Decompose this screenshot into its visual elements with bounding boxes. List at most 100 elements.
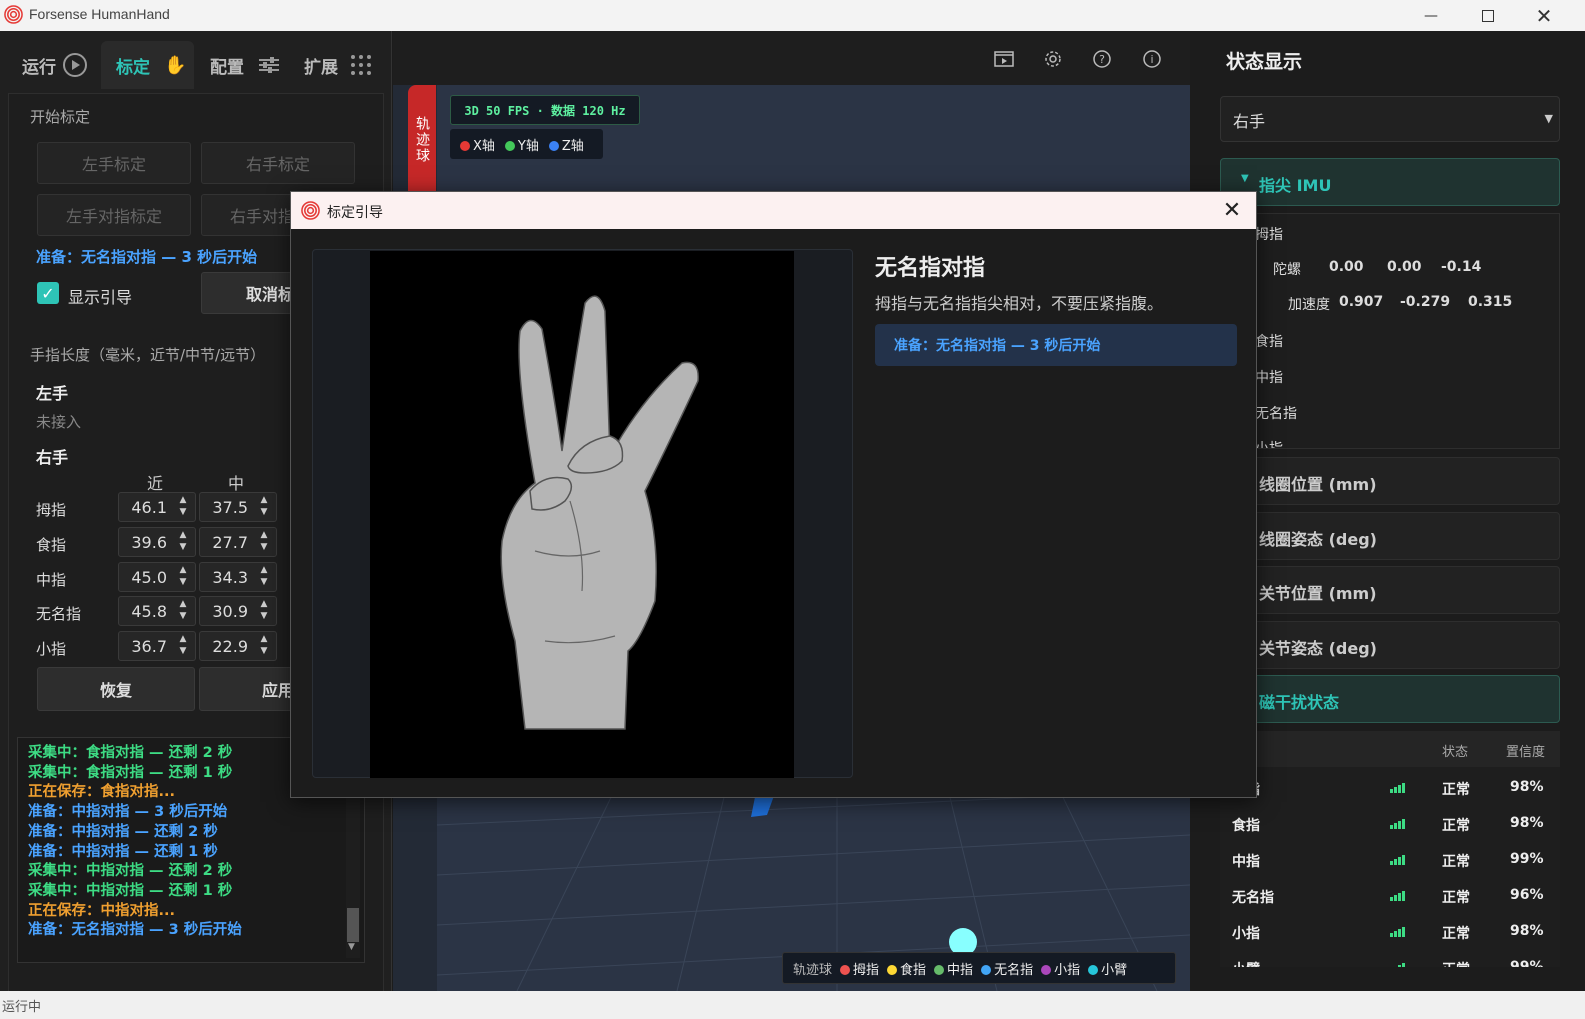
- gyro-y: 0.00: [1387, 259, 1422, 275]
- status-text: 运行中: [2, 1000, 42, 1015]
- info-icon[interactable]: i: [1141, 48, 1163, 70]
- settings-icon[interactable]: [1042, 48, 1064, 70]
- z-axis-legend: Z轴: [548, 135, 584, 154]
- stepper-icon[interactable]: ▲ ▼: [256, 494, 272, 520]
- trackball-side-tab[interactable]: 轨迹球: [408, 85, 436, 195]
- legend-item: 中指: [934, 959, 973, 978]
- hand-select[interactable]: 右手 ▼: [1220, 96, 1560, 142]
- little-proximal-input[interactable]: 36.7 ▲ ▼: [118, 631, 196, 661]
- guide-image: [370, 251, 794, 778]
- signal-bars-icon: [1390, 783, 1405, 793]
- value: 36.7: [131, 637, 167, 656]
- tab-calibrate-label: 标定: [116, 57, 150, 78]
- mag-table-row: 无名指 正常 96%: [1220, 879, 1560, 913]
- ring-proximal-input[interactable]: 45.8 ▲ ▼: [118, 596, 196, 626]
- middle-middle-input[interactable]: 34.3 ▲ ▼: [199, 562, 277, 592]
- show-guide-label: 显示引导: [68, 288, 133, 307]
- mag-status: 正常: [1442, 890, 1470, 906]
- imu-finger-label: 小指: [1255, 441, 1283, 449]
- coil-orientation-section[interactable]: 线圈姿态 (deg): [1220, 512, 1560, 560]
- mag-table: 状态 置信度 拇指正常98%食指正常98%中指正常99%无名指正常96%小指正常…: [1220, 731, 1560, 967]
- thumb-middle-input[interactable]: 37.5 ▲ ▼: [199, 492, 277, 522]
- tab-run[interactable]: 运行: [22, 41, 98, 89]
- stepper-icon[interactable]: ▲ ▼: [175, 598, 191, 624]
- tab-extend[interactable]: 扩展: [304, 41, 384, 89]
- mag-table-row: 小指 正常 98%: [1220, 915, 1560, 949]
- x-axis-label: X轴: [473, 138, 495, 154]
- signal-bars-icon: [1390, 819, 1405, 829]
- mag-finger-name: 中指: [1232, 854, 1260, 870]
- imu-header-label: 指尖 IMU: [1259, 176, 1332, 195]
- tab-config[interactable]: 配置: [210, 41, 282, 89]
- scroll-down-icon[interactable]: ▼: [348, 938, 355, 958]
- stepper-icon[interactable]: ▲ ▼: [256, 529, 272, 555]
- stepper-icon[interactable]: ▲ ▼: [256, 633, 272, 659]
- gyro-x: 0.00: [1329, 259, 1364, 275]
- y-axis-dot-icon: [504, 140, 515, 151]
- mag-interference-section[interactable]: 磁干扰状态: [1220, 675, 1560, 723]
- axis-legend: X轴 Y轴 Z轴: [450, 129, 603, 159]
- joint-orientation-section[interactable]: 关节姿态 (deg): [1220, 621, 1560, 669]
- left-hand-calibrate-button[interactable]: 左手标定: [37, 142, 191, 184]
- index-middle-input[interactable]: 27.7 ▲ ▼: [199, 527, 277, 557]
- little-middle-input[interactable]: 22.9 ▲ ▼: [199, 631, 277, 661]
- value: 45.8: [131, 602, 167, 621]
- close-window-button[interactable]: ✕: [1516, 0, 1572, 31]
- col-status: 状态: [1442, 745, 1469, 760]
- coil-position-section[interactable]: 线圈位置 (mm): [1220, 457, 1560, 505]
- tab-calibrate[interactable]: 标定 ✋: [101, 41, 194, 89]
- right-hand-calibrate-button[interactable]: 右手标定: [201, 142, 355, 184]
- ring-middle-input[interactable]: 30.9 ▲ ▼: [199, 596, 277, 626]
- value: 27.7: [212, 533, 248, 552]
- x-axis-legend: X轴: [460, 135, 495, 154]
- stepper-icon[interactable]: ▲ ▼: [256, 598, 272, 624]
- log-line: 采集中：中指对指 — 还剩 2 秒: [28, 863, 233, 880]
- joint-position-section[interactable]: 关节位置 (mm): [1220, 566, 1560, 614]
- signal-bars-icon: [1390, 963, 1405, 967]
- stepper-icon[interactable]: ▲ ▼: [175, 633, 191, 659]
- close-icon: ✕: [1535, 3, 1553, 28]
- mag-finger-name: 小指: [1232, 926, 1260, 942]
- stepper-icon[interactable]: ▲ ▼: [175, 564, 191, 590]
- mag-confidence: 99%: [1510, 959, 1544, 967]
- mag-table-row: 中指 正常 99%: [1220, 843, 1560, 877]
- show-guide-checkbox[interactable]: ✓: [37, 282, 59, 304]
- right-hand-label: 右手: [36, 448, 69, 467]
- stepper-icon[interactable]: ▲ ▼: [175, 529, 191, 555]
- index-proximal-input[interactable]: 39.6 ▲ ▼: [118, 527, 196, 557]
- legend-label: 拇指: [853, 962, 880, 978]
- app-logo-icon: [301, 201, 320, 220]
- legend-label: 小臂: [1101, 962, 1128, 978]
- help-icon[interactable]: ?: [1091, 48, 1113, 70]
- record-video-icon[interactable]: [993, 48, 1015, 70]
- minimize-button[interactable]: —: [1403, 0, 1459, 31]
- dialog-close-button[interactable]: ✕: [1220, 197, 1244, 223]
- sliders-icon: [259, 57, 279, 73]
- little-dot-icon: [1041, 964, 1052, 975]
- tab-bar: 运行 标定 ✋ 配置 扩展: [0, 31, 392, 93]
- imu-section-header[interactable]: ▼ 指尖 IMU: [1220, 158, 1560, 206]
- dialog-title: 标定引导: [327, 205, 383, 221]
- log-line: 准备：中指对指 — 还剩 2 秒: [28, 823, 218, 840]
- y-axis-legend: Y轴: [504, 135, 539, 154]
- accel-x: 0.907: [1339, 294, 1384, 310]
- caret-down-icon: ▼: [1241, 173, 1249, 184]
- mag-status: 正常: [1442, 926, 1470, 942]
- thumb-proximal-input[interactable]: 46.1 ▲ ▼: [118, 492, 196, 522]
- calibration-section-title: 开始标定: [30, 108, 91, 126]
- accel-y: -0.279: [1400, 294, 1451, 310]
- close-icon: ✕: [1222, 197, 1242, 223]
- left-hand-pinch-calibrate-button[interactable]: 左手对指标定: [37, 194, 191, 236]
- restore-button[interactable]: 恢复: [37, 667, 195, 711]
- value: 39.6: [131, 533, 167, 552]
- scroll-thumb[interactable]: [347, 908, 359, 942]
- stepper-icon[interactable]: ▲ ▼: [175, 494, 191, 520]
- middle-proximal-input[interactable]: 45.0 ▲ ▼: [118, 562, 196, 592]
- trackball-legend: 轨迹球 拇指 食指 中指 无名指 小指 小臂: [782, 952, 1176, 984]
- status-panel-title: 状态显示: [1226, 51, 1303, 73]
- stepper-icon[interactable]: ▲ ▼: [256, 564, 272, 590]
- mag-table-header: 状态 置信度: [1220, 731, 1560, 767]
- tab-config-label: 配置: [210, 57, 244, 78]
- maximize-button[interactable]: [1460, 0, 1516, 31]
- legend-label: 中指: [947, 962, 974, 978]
